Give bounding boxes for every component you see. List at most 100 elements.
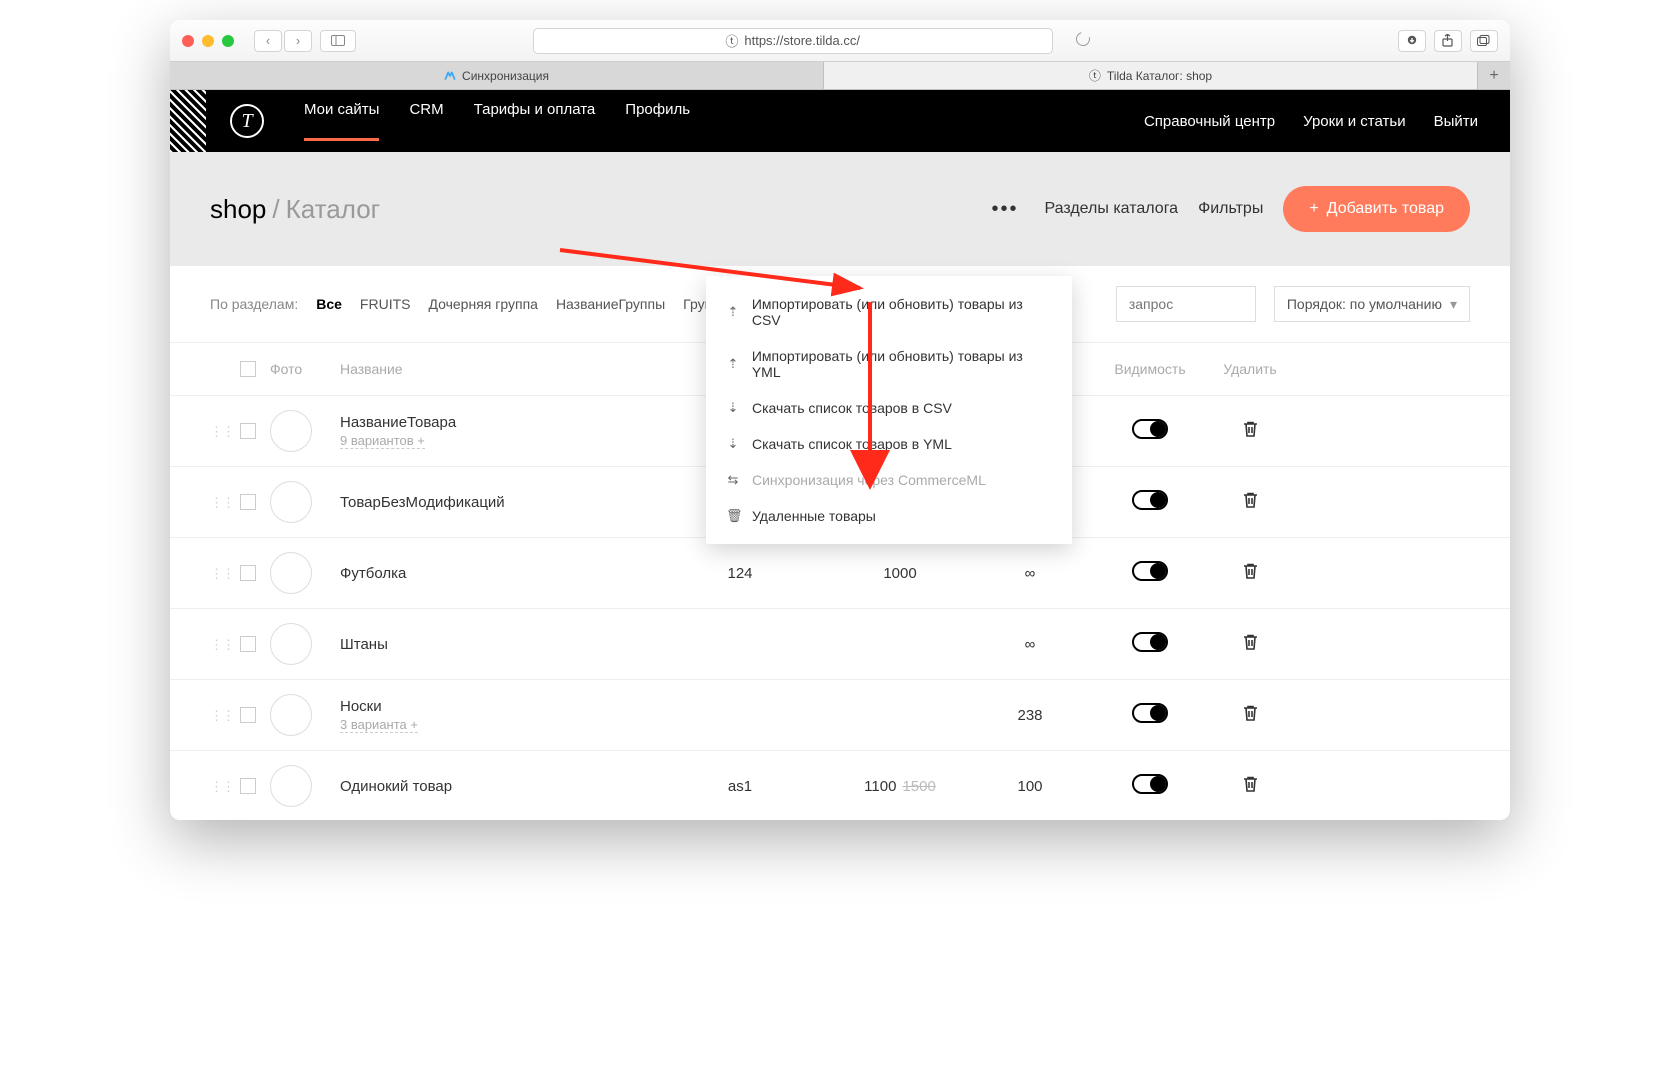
nav-crm[interactable]: CRM (409, 101, 443, 141)
down-icon: ⇣ (726, 400, 740, 416)
close-window[interactable] (182, 35, 194, 47)
dropdown-item[interactable]: 🗑Удаленные товары (706, 498, 1072, 534)
reload-icon[interactable] (1073, 29, 1092, 48)
visibility-toggle[interactable] (1132, 561, 1168, 581)
drag-handle[interactable]: ⋮⋮ (210, 495, 234, 510)
table-row: ⋮⋮ Носки 3 варианта + 238 (170, 680, 1510, 751)
maximize-window[interactable] (222, 35, 234, 47)
browser-tabs: Синхронизация ⓣ Tilda Каталог: shop + (170, 62, 1510, 90)
delete-button[interactable] (1243, 634, 1258, 650)
visibility-toggle[interactable] (1132, 774, 1168, 794)
product-qty: 238 (970, 707, 1090, 724)
col-photo: Фото (270, 361, 340, 377)
product-name[interactable]: ТоварБезМодификаций (340, 494, 650, 511)
delete-button[interactable] (1243, 776, 1258, 792)
variants-link[interactable]: 3 варианта + (340, 717, 418, 733)
product-name[interactable]: Штаны (340, 636, 650, 653)
browser-tab-0[interactable]: Синхронизация (170, 62, 824, 89)
more-actions-button[interactable]: ••• (985, 192, 1024, 227)
product-name[interactable]: Футболка (340, 565, 650, 582)
product-name[interactable]: НазваниеТовара (340, 414, 650, 431)
dropdown-item: ⇆Синхронизация через CommerceML (706, 462, 1072, 498)
product-photo[interactable] (270, 765, 312, 807)
nav-my-sites[interactable]: Мои сайты (304, 101, 379, 141)
product-qty: ∞ (970, 636, 1090, 653)
row-checkbox[interactable] (240, 707, 256, 723)
delete-button[interactable] (1243, 421, 1258, 437)
window-controls (182, 35, 234, 47)
tilda-logo[interactable]: T (230, 104, 264, 138)
catalog-filters-link[interactable]: Фильтры (1198, 200, 1263, 218)
table-row: ⋮⋮ Штаны ∞ (170, 609, 1510, 680)
main-nav: T Мои сайты CRM Тарифы и оплата Профиль … (170, 90, 1510, 152)
product-name[interactable]: Носки (340, 698, 650, 715)
product-photo[interactable] (270, 694, 312, 736)
minimize-window[interactable] (202, 35, 214, 47)
dropdown-item[interactable]: ⇣Скачать список товаров в YML (706, 426, 1072, 462)
drag-handle[interactable]: ⋮⋮ (210, 779, 234, 794)
back-button[interactable]: ‹ (254, 30, 282, 52)
browser-tab-1[interactable]: ⓣ Tilda Каталог: shop (824, 62, 1478, 89)
col-name: Название (340, 361, 650, 377)
plus-icon: + (1309, 200, 1318, 218)
sort-dropdown[interactable]: Порядок: по умолчанию ▾ (1274, 286, 1470, 322)
drag-handle[interactable]: ⋮⋮ (210, 424, 234, 439)
row-checkbox[interactable] (240, 423, 256, 439)
nav-help[interactable]: Справочный центр (1144, 113, 1275, 130)
breadcrumb-catalog: Каталог (286, 194, 381, 224)
search-input[interactable] (1116, 286, 1256, 322)
dropdown-item[interactable]: ⇡Импортировать (или обновить) товары из … (706, 338, 1072, 390)
catalog-sections-link[interactable]: Разделы каталога (1045, 200, 1179, 218)
tabs-button[interactable] (1470, 30, 1498, 52)
product-photo[interactable] (270, 623, 312, 665)
chevron-down-icon: ▾ (1450, 296, 1457, 313)
visibility-toggle[interactable] (1132, 419, 1168, 439)
left-decoration (170, 90, 206, 152)
row-checkbox[interactable] (240, 636, 256, 652)
drag-handle[interactable]: ⋮⋮ (210, 566, 234, 581)
tilda-favicon: ⓣ (1089, 67, 1101, 84)
visibility-toggle[interactable] (1132, 490, 1168, 510)
nav-logout[interactable]: Выйти (1434, 113, 1478, 130)
product-photo[interactable] (270, 481, 312, 523)
row-checkbox[interactable] (240, 778, 256, 794)
filter-child-group[interactable]: Дочерняя группа (428, 296, 537, 312)
dropdown-item[interactable]: ⇣Скачать список товаров в CSV (706, 390, 1072, 426)
downloads-button[interactable] (1398, 30, 1426, 52)
row-checkbox[interactable] (240, 494, 256, 510)
variants-link[interactable]: 9 вариантов + (340, 433, 425, 449)
add-product-button[interactable]: + Добавить товар (1283, 186, 1470, 232)
filter-all[interactable]: Все (316, 296, 342, 312)
up-icon: ⇡ (726, 356, 740, 372)
delete-button[interactable] (1243, 563, 1258, 579)
product-photo[interactable] (270, 410, 312, 452)
drag-handle[interactable]: ⋮⋮ (210, 708, 234, 723)
nav-lessons[interactable]: Уроки и статьи (1303, 113, 1405, 130)
forward-button[interactable]: › (284, 30, 312, 52)
product-name[interactable]: Одинокий товар (340, 778, 650, 795)
url-bar[interactable]: ⓣ https://store.tilda.cc/ (533, 28, 1053, 54)
visibility-toggle[interactable] (1132, 703, 1168, 723)
row-checkbox[interactable] (240, 565, 256, 581)
delete-button[interactable] (1243, 705, 1258, 721)
share-button[interactable] (1434, 30, 1462, 52)
table-row: ⋮⋮Футболка1241000∞ (170, 538, 1510, 609)
breadcrumb: shop/Каталог (210, 194, 380, 225)
drag-handle[interactable]: ⋮⋮ (210, 637, 234, 652)
filter-groupname[interactable]: НазваниеГруппы (556, 296, 665, 312)
product-photo[interactable] (270, 552, 312, 594)
dropdown-item[interactable]: ⇡Импортировать (или обновить) товары из … (706, 286, 1072, 338)
breadcrumb-shop[interactable]: shop (210, 194, 266, 224)
new-tab-button[interactable]: + (1478, 62, 1510, 89)
product-sku: as1 (650, 778, 830, 795)
select-all-checkbox[interactable] (240, 361, 256, 377)
visibility-toggle[interactable] (1132, 632, 1168, 652)
more-actions-dropdown: ⇡Импортировать (или обновить) товары из … (706, 276, 1072, 544)
trash-icon: 🗑 (726, 508, 740, 524)
nav-pricing[interactable]: Тарифы и оплата (474, 101, 596, 141)
sidebar-toggle[interactable] (320, 30, 356, 52)
nav-profile[interactable]: Профиль (625, 101, 690, 141)
page-header: shop/Каталог ••• Разделы каталога Фильтр… (170, 152, 1510, 266)
filter-fruits[interactable]: FRUITS (360, 296, 411, 312)
delete-button[interactable] (1243, 492, 1258, 508)
